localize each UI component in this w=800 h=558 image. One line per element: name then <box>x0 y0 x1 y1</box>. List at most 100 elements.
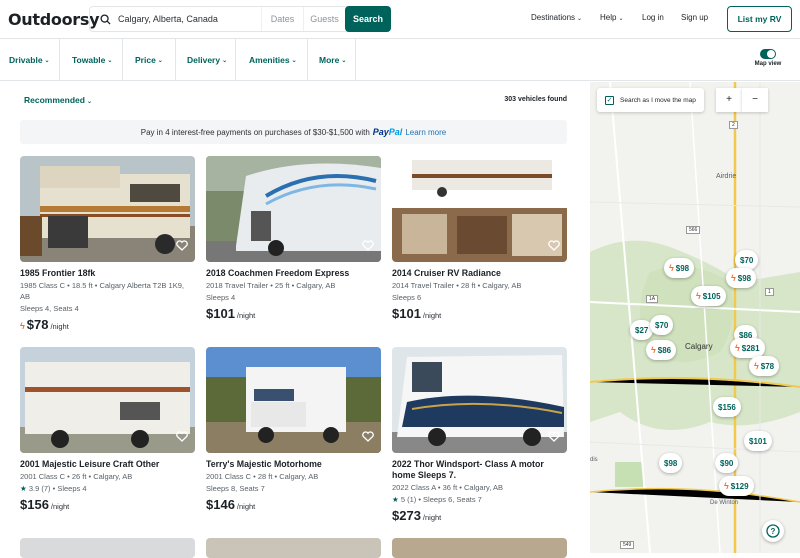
price-unit: /night <box>50 502 70 511</box>
rating-reviews: (7) • Sleeps 4 <box>41 484 87 493</box>
favorite-heart-icon[interactable] <box>176 238 188 256</box>
search-as-move-label: Search as I move the map <box>620 96 696 104</box>
listing-capacity: Sleeps 4, Seats 4 <box>20 304 79 313</box>
signup-link[interactable]: Sign up <box>681 13 708 22</box>
map-price-pin[interactable]: $90 <box>715 453 739 473</box>
listing-title[interactable]: 1985 Frontier 18fk <box>20 268 195 279</box>
chevron-down-icon: ⌄ <box>577 16 583 22</box>
map-price-pin[interactable]: ϟ $129 <box>719 476 754 496</box>
road-number: 566 <box>686 226 701 234</box>
destinations-menu[interactable]: Destinations ⌄ <box>531 13 582 22</box>
location-input[interactable]: Calgary, Alberta, Canada <box>116 14 261 24</box>
paypal-banner: Pay in 4 interest-free payments on purch… <box>20 120 567 144</box>
map-price-pin[interactable]: $98 <box>659 453 683 473</box>
road-number: 1 <box>765 288 774 296</box>
filter-more[interactable]: More ⌄ <box>310 39 356 81</box>
zoom-in-button[interactable]: + <box>716 88 742 112</box>
favorite-heart-icon[interactable] <box>362 238 374 256</box>
listing-title[interactable]: 2014 Cruiser RV Radiance <box>392 268 567 279</box>
listing-card[interactable]: 1985 Frontier 18fk 1985 Class C • 18.5 f… <box>20 156 195 332</box>
favorite-heart-icon[interactable] <box>362 429 374 447</box>
map-panel[interactable] <box>590 82 800 553</box>
instant-book-icon: ϟ <box>651 345 656 355</box>
price-value: $273 <box>392 508 421 523</box>
filter-label: Price <box>135 55 156 65</box>
favorite-heart-icon[interactable] <box>176 429 188 447</box>
listing-rating: ★ 5 (1) • Sleeps 6, Seats 7 <box>392 494 567 505</box>
listing-photo[interactable] <box>392 347 567 453</box>
map-price-pin[interactable]: ϟ $86 <box>646 340 677 360</box>
map-price-pin[interactable]: $70 <box>735 250 759 270</box>
instant-book-icon: ϟ <box>754 361 759 371</box>
filter-label: Towable <box>72 55 106 65</box>
filter-towable[interactable]: Towable ⌄ <box>63 39 123 81</box>
listing-card[interactable]: 2022 Thor Windsport- Class A motor home … <box>392 347 567 523</box>
map-price-pin[interactable]: ϟ $105 <box>691 286 726 306</box>
filter-price[interactable]: Price ⌄ <box>126 39 176 81</box>
instant-book-icon: ϟ <box>735 343 740 353</box>
listing-title[interactable]: 2001 Majestic Leisure Craft Other <box>20 459 195 470</box>
destinations-label: Destinations <box>531 13 576 22</box>
listing-price: ϟ $78/night <box>20 317 195 332</box>
listing-photo-partial[interactable] <box>206 538 381 558</box>
filter-amenities[interactable]: Amenities ⌄ <box>240 39 308 81</box>
favorite-heart-icon[interactable] <box>548 429 560 447</box>
zoom-out-button[interactable]: − <box>742 88 768 112</box>
listing-photo[interactable] <box>206 156 381 262</box>
listing-title[interactable]: 2018 Coachmen Freedom Express <box>206 268 381 279</box>
instant-book-icon: ϟ <box>669 263 674 273</box>
listing-card[interactable]: 2001 Majestic Leisure Craft Other 2001 C… <box>20 347 195 512</box>
listing-capacity: Sleeps 4 <box>206 293 236 302</box>
help-button[interactable]: ? <box>762 520 784 542</box>
login-link[interactable]: Log in <box>642 13 664 22</box>
favorite-heart-icon[interactable] <box>548 238 560 256</box>
price-value: $101 <box>392 306 421 321</box>
search-as-move-control[interactable]: ✓ Search as I move the map <box>597 88 704 112</box>
filter-label: More <box>319 55 340 65</box>
map-view-toggle[interactable]: Map view <box>751 49 785 67</box>
listing-title[interactable]: 2022 Thor Windsport- Class A motor home … <box>392 459 567 481</box>
listing-price: $146/night <box>206 497 381 512</box>
listing-card[interactable]: Terry's Majestic Motorhome 2001 Class C … <box>206 347 381 512</box>
map-price-pin[interactable]: ϟ $98 <box>664 258 695 278</box>
guests-field[interactable]: Guests <box>303 7 345 31</box>
listing-photo[interactable] <box>20 347 195 453</box>
map-price-pin[interactable]: $101 <box>744 431 772 451</box>
instant-book-icon: ϟ <box>731 273 736 283</box>
sort-dropdown[interactable]: Recommended ⌄ <box>24 95 92 105</box>
chevron-down-icon: ⌄ <box>618 16 624 22</box>
price-unit: /night <box>422 513 442 522</box>
road-number: 1A <box>646 295 659 303</box>
listing-price: $273/night <box>392 508 567 523</box>
map-price-pin[interactable]: ϟ $281 <box>730 338 765 358</box>
help-menu[interactable]: Help ⌄ <box>600 13 623 22</box>
learn-more-link[interactable]: Learn more <box>405 128 446 137</box>
listing-photo[interactable] <box>20 156 195 262</box>
search-button[interactable]: Search <box>345 6 391 32</box>
map-price-pin[interactable]: ϟ $78 <box>749 356 780 376</box>
listing-card[interactable]: 2014 Cruiser RV Radiance 2014 Travel Tra… <box>392 156 567 321</box>
listing-card[interactable]: 2018 Coachmen Freedom Express 2018 Trave… <box>206 156 381 321</box>
map-view-label: Map view <box>754 61 782 67</box>
price-unit: /night <box>50 322 69 331</box>
filter-label: Delivery <box>187 55 221 65</box>
listing-photo[interactable] <box>392 156 567 262</box>
map-price-pin[interactable]: $156 <box>713 397 741 417</box>
price-value: $101 <box>206 306 235 321</box>
outdoorsy-logo[interactable]: Outdoorsy <box>8 10 100 29</box>
star-icon: ★ <box>20 484 27 493</box>
map-price-pin[interactable]: $70 <box>650 315 674 335</box>
listing-title[interactable]: Terry's Majestic Motorhome <box>206 459 381 470</box>
filter-drivable[interactable]: Drivable ⌄ <box>0 39 60 81</box>
listing-photo-partial[interactable] <box>20 538 195 558</box>
instant-book-icon: ϟ <box>20 321 25 331</box>
toggle-switch[interactable] <box>760 49 776 59</box>
dates-field[interactable]: Dates <box>261 7 303 31</box>
listing-photo-partial[interactable] <box>392 538 567 558</box>
filter-delivery[interactable]: Delivery ⌄ <box>178 39 236 81</box>
list-my-rv-button[interactable]: List my RV <box>727 6 792 32</box>
checkbox-checked-icon[interactable]: ✓ <box>605 95 614 105</box>
filter-label: Amenities <box>249 55 290 65</box>
listing-photo[interactable] <box>206 347 381 453</box>
map-price-pin[interactable]: ϟ $98 <box>726 268 757 288</box>
